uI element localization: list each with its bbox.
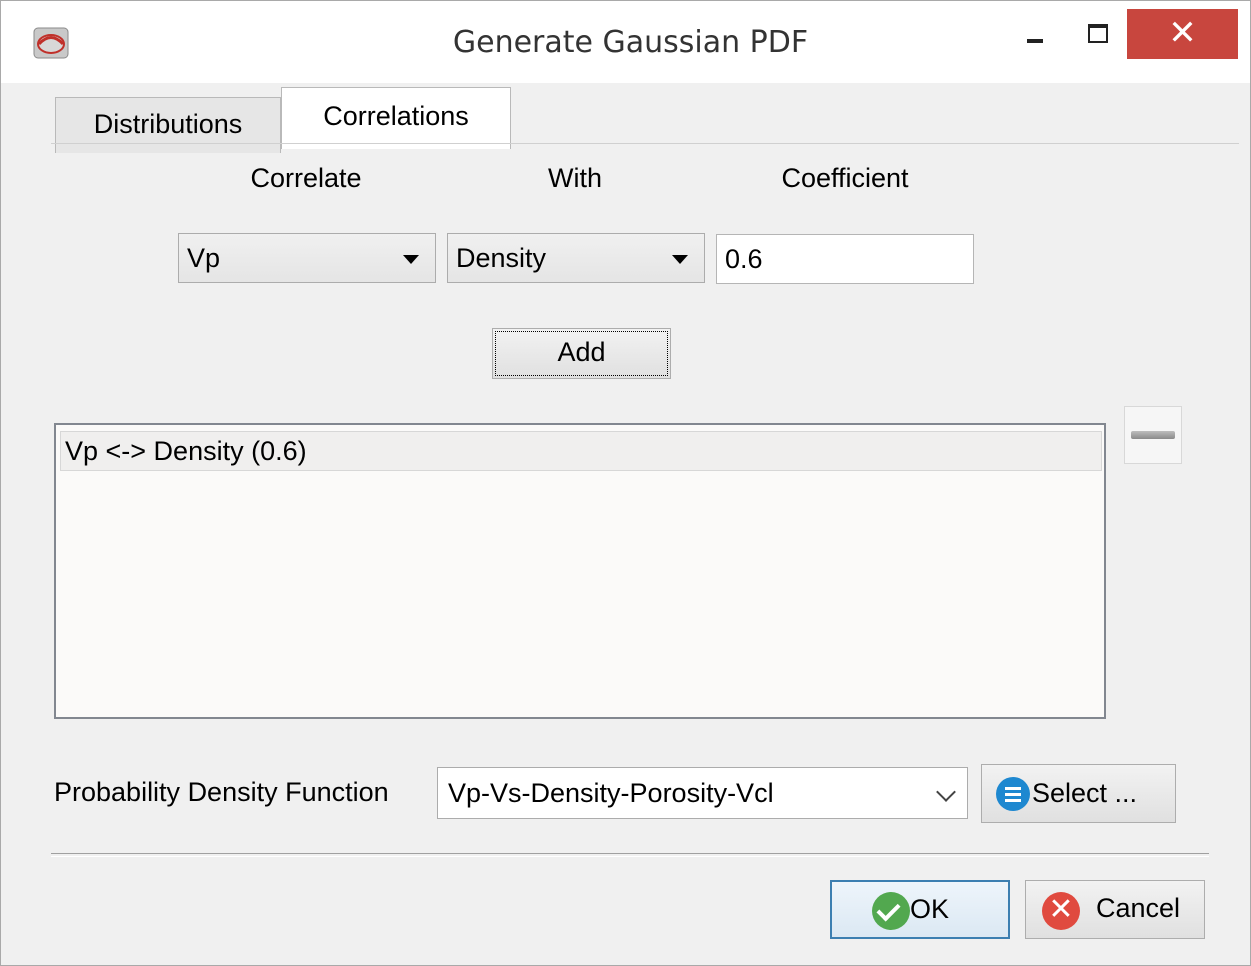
pdf-select[interactable]: Vp-Vs-Density-Porosity-Vcl	[437, 767, 968, 819]
pdf-select-value: Vp-Vs-Density-Porosity-Vcl	[448, 778, 774, 808]
with-dropdown[interactable]: Density	[447, 233, 705, 283]
ok-button[interactable]: OK	[830, 880, 1010, 939]
focus-ring	[495, 331, 668, 376]
correlate-dropdown-value: Vp	[187, 243, 221, 273]
list-icon	[996, 777, 1030, 811]
close-button[interactable]: ✕	[1127, 9, 1238, 59]
remove-correlation-button[interactable]	[1124, 406, 1182, 464]
select-button-label: Select ...	[1032, 778, 1138, 808]
coefficient-header: Coefficient	[781, 163, 909, 193]
close-icon: ✕	[1168, 13, 1197, 53]
tab-divider	[51, 143, 1239, 144]
checkmark-icon	[872, 892, 910, 930]
correlate-header: Correlate	[250, 163, 362, 193]
correlate-dropdown[interactable]: Vp	[178, 233, 436, 283]
separator	[51, 853, 1209, 857]
tab-distributions[interactable]: Distributions	[55, 97, 281, 153]
with-header: With	[548, 163, 602, 193]
dropdown-arrow-icon	[672, 255, 688, 264]
coefficient-input[interactable]: 0.6	[716, 234, 974, 284]
minimize-button[interactable]	[1005, 11, 1065, 59]
cancel-button[interactable]: ✕ Cancel	[1025, 880, 1205, 939]
tab-correlations[interactable]: Correlations	[281, 87, 511, 149]
dialog-content: Distributions Correlations Correlate Wit…	[23, 83, 1239, 951]
with-dropdown-value: Density	[456, 243, 547, 273]
pdf-label: Probability Density Function	[54, 777, 389, 807]
dialog-window: Generate Gaussian PDF ✕ Distributions Co…	[0, 0, 1251, 966]
list-item[interactable]: Vp <-> Density (0.6)	[60, 431, 1102, 471]
minus-icon	[1131, 431, 1175, 439]
correlation-list[interactable]: Vp <-> Density (0.6)	[54, 423, 1106, 719]
maximize-button[interactable]	[1067, 11, 1127, 59]
select-pdf-button[interactable]: Select ...	[981, 764, 1176, 823]
cancel-button-label: Cancel	[1096, 893, 1181, 923]
dropdown-arrow-icon	[403, 255, 419, 264]
title-bar: Generate Gaussian PDF ✕	[1, 1, 1250, 83]
chevron-down-icon	[936, 782, 956, 802]
add-button[interactable]: Add	[492, 328, 671, 379]
cancel-icon: ✕	[1042, 892, 1080, 930]
